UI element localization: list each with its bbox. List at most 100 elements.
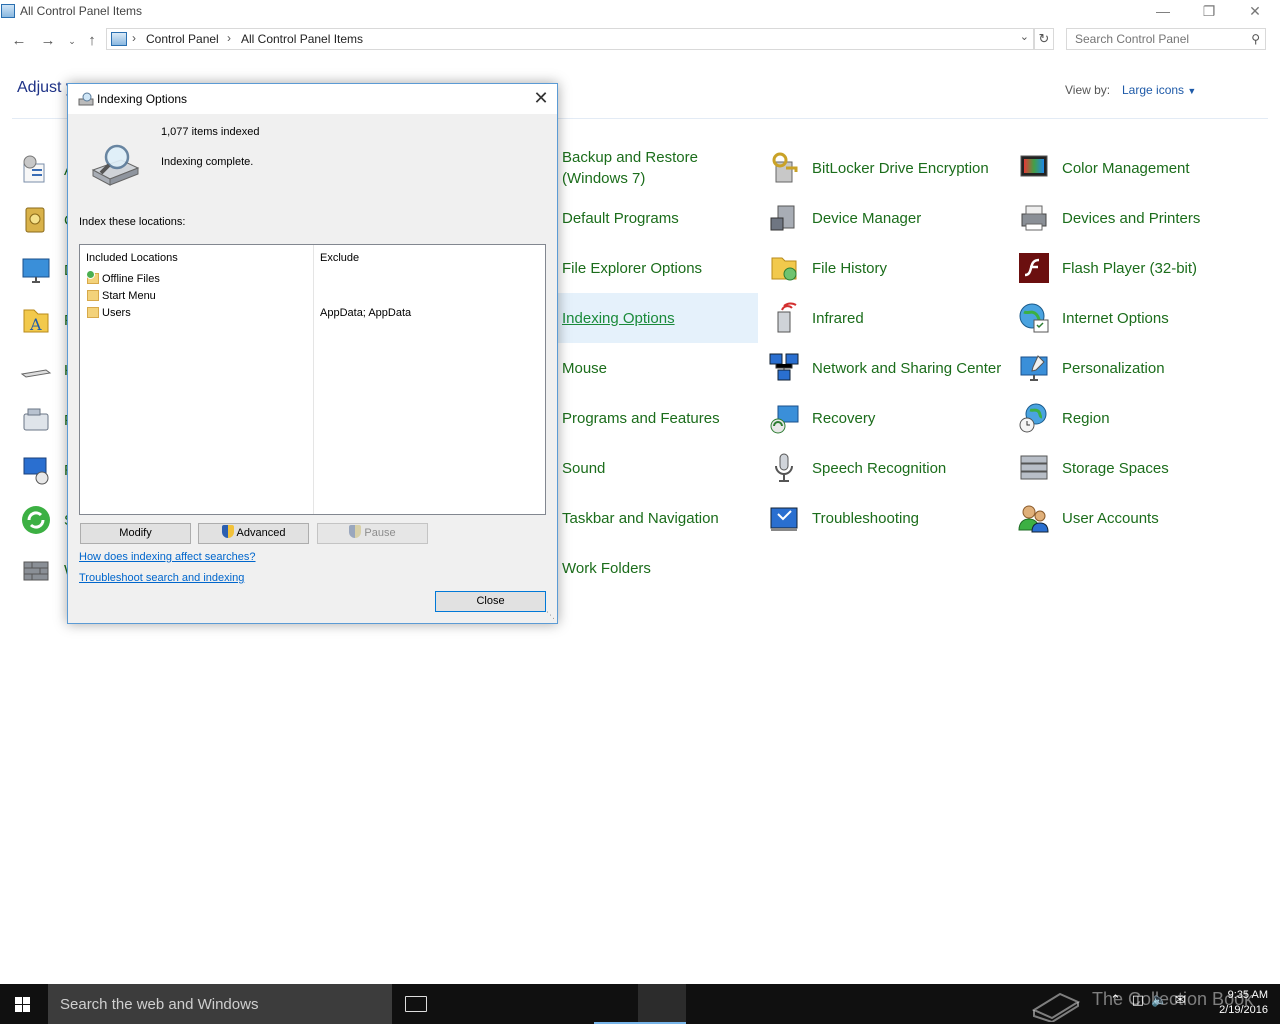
search-input[interactable] xyxy=(1067,29,1243,49)
cp-item-network-sharing[interactable]: Network and Sharing Center xyxy=(762,343,1012,393)
cp-item-flash-player[interactable]: Flash Player (32-bit) xyxy=(1012,243,1262,293)
cp-item-region[interactable]: Region xyxy=(1012,393,1262,443)
minimize-button[interactable]: — xyxy=(1140,0,1186,24)
cp-item-storage-spaces[interactable]: Storage Spaces xyxy=(1012,443,1262,493)
cp-item-bitlocker[interactable]: BitLocker Drive Encryption xyxy=(762,143,1012,193)
dialog-title-bar[interactable]: Indexing Options ✕ xyxy=(68,84,557,114)
indexing-help-link[interactable]: How does indexing affect searches? xyxy=(79,551,256,563)
cp-item-label[interactable]: Backup and Restore (Windows 7) xyxy=(562,143,757,193)
view-by-dropdown[interactable]: Large icons ▼ xyxy=(1122,83,1196,97)
taskbar-search-placeholder[interactable]: Search the web and Windows xyxy=(60,996,258,1013)
indexing-status: Indexing complete. xyxy=(161,156,254,168)
cp-item-partial[interactable]: C xyxy=(14,195,75,245)
restore-button[interactable]: ❐ xyxy=(1186,0,1232,24)
volume-icon[interactable]: 🔈 xyxy=(1151,992,1167,1007)
bitlocker-icon xyxy=(772,152,798,183)
search-icon[interactable]: ⚲ xyxy=(1251,32,1260,46)
cp-item-label[interactable]: Color Management xyxy=(1062,143,1257,193)
breadcrumb-control-panel[interactable]: Control Panel xyxy=(146,32,219,46)
location-row[interactable]: Users AppData; AppData xyxy=(80,305,545,322)
back-arrow-icon[interactable]: ← xyxy=(8,30,30,52)
cp-item-label[interactable]: Flash Player (32-bit) xyxy=(1062,243,1257,293)
title-bar: All Control Panel Items — ❐ ✕ xyxy=(0,0,1280,24)
dialog-close-icon[interactable]: ✕ xyxy=(530,88,552,110)
cp-item-personalization[interactable]: Personalization xyxy=(1012,343,1262,393)
task-view-icon[interactable] xyxy=(405,996,427,1012)
troubleshoot-link[interactable]: Troubleshoot search and indexing xyxy=(79,572,244,584)
recent-locations-chevron-icon[interactable]: ⌄ xyxy=(61,30,83,52)
clock-date: 2/19/2016 xyxy=(1219,1004,1268,1016)
taskbar-search[interactable]: Search the web and Windows xyxy=(48,984,392,1024)
breadcrumb-all-items[interactable]: All Control Panel Items xyxy=(241,32,363,46)
column-header-included[interactable]: Included Locations xyxy=(86,252,178,264)
cp-item-file-history[interactable]: File History xyxy=(762,243,1012,293)
network-tray-icon[interactable]: ◫ xyxy=(1132,992,1144,1007)
search-box[interactable]: ⚲ xyxy=(1066,28,1266,50)
cp-item-recovery[interactable]: Recovery xyxy=(762,393,1012,443)
cp-item-internet-options[interactable]: Internet Options xyxy=(1012,293,1262,343)
cp-item-label[interactable]: Network and Sharing Center xyxy=(812,343,1007,393)
cp-item-label[interactable]: Recovery xyxy=(812,393,1007,443)
taskbar-app[interactable] xyxy=(594,984,642,1024)
cp-item-label[interactable]: User Accounts xyxy=(1062,493,1257,543)
cp-item-label[interactable]: Indexing Options xyxy=(562,293,757,343)
close-button[interactable]: Close xyxy=(435,591,546,612)
chevron-right-icon[interactable]: › xyxy=(132,31,136,45)
cp-item-speech-recognition[interactable]: Speech Recognition xyxy=(762,443,1012,493)
cp-item-partial[interactable]: W xyxy=(14,545,78,595)
cp-item-label[interactable]: Mouse xyxy=(562,343,757,393)
taskbar-app-active[interactable] xyxy=(638,984,686,1024)
cp-item-devices-printers[interactable]: Devices and Printers xyxy=(1012,193,1262,243)
refresh-icon[interactable]: ↻ xyxy=(1034,28,1054,50)
locations-list[interactable]: Included Locations Exclude Offline Files… xyxy=(79,244,546,515)
up-arrow-icon[interactable]: ↑ xyxy=(81,30,103,52)
cp-item-infrared[interactable]: Infrared xyxy=(762,293,1012,343)
forward-arrow-icon[interactable]: → xyxy=(37,30,59,52)
chevron-up-icon[interactable]: ⌃ xyxy=(1110,992,1121,1007)
cp-item-partial[interactable]: S xyxy=(14,495,74,545)
cp-item-partial[interactable]: RC xyxy=(14,445,86,495)
resize-grip-icon[interactable]: ⋱ xyxy=(546,610,555,621)
cp-item-label[interactable]: Sound xyxy=(562,443,757,493)
notifications-icon[interactable]: ✉ xyxy=(1175,992,1186,1007)
cp-item-label[interactable]: Taskbar and Navigation xyxy=(562,493,757,543)
chevron-down-icon[interactable]: ⌄ xyxy=(1020,30,1029,43)
cp-item-label[interactable]: Programs and Features xyxy=(562,393,757,443)
indexing-options-dialog: Indexing Options ✕ 1,077 items indexed I… xyxy=(67,83,558,624)
cp-item-partial[interactable]: A xyxy=(14,145,74,195)
cp-item-label[interactable]: Speech Recognition xyxy=(812,443,1007,493)
dropdown-arrow-icon[interactable]: ▼ xyxy=(1187,86,1196,96)
cp-item-partial[interactable]: D xyxy=(14,245,75,295)
view-by-value[interactable]: Large icons xyxy=(1122,83,1184,97)
cp-item-troubleshooting[interactable]: Troubleshooting xyxy=(762,493,1012,543)
start-button[interactable] xyxy=(0,984,48,1024)
modify-button[interactable]: Modify xyxy=(80,523,191,544)
cp-item-label[interactable]: File History xyxy=(812,243,1007,293)
cp-item-label[interactable]: Infrared xyxy=(812,293,1007,343)
location-row[interactable]: Start Menu xyxy=(80,288,545,305)
cp-item-partial[interactable]: K xyxy=(14,345,74,395)
cp-item-label[interactable]: Internet Options xyxy=(1062,293,1257,343)
cp-item-partial[interactable]: P xyxy=(14,395,74,445)
cp-item-label[interactable]: Device Manager xyxy=(812,193,1007,243)
cp-item-label[interactable]: BitLocker Drive Encryption xyxy=(812,143,1007,193)
column-header-exclude[interactable]: Exclude xyxy=(320,252,359,264)
cp-item-label[interactable]: File Explorer Options xyxy=(562,243,757,293)
cp-item-device-manager[interactable]: Device Manager xyxy=(762,193,1012,243)
address-bar[interactable]: › Control Panel › All Control Panel Item… xyxy=(106,28,1034,50)
clock[interactable]: 9:35 AM 2/19/2016 xyxy=(1208,988,1268,1018)
cp-item-label[interactable]: Default Programs xyxy=(562,193,757,243)
cp-item-label[interactable]: Devices and Printers xyxy=(1062,193,1257,243)
cp-item-label[interactable]: Region xyxy=(1062,393,1257,443)
cp-item-partial[interactable]: A F xyxy=(14,295,74,345)
cp-item-label[interactable]: Personalization xyxy=(1062,343,1257,393)
advanced-button[interactable]: Advanced xyxy=(198,523,309,544)
chevron-right-icon[interactable]: › xyxy=(227,31,231,45)
cp-item-user-accounts[interactable]: User Accounts xyxy=(1012,493,1262,543)
cp-item-color-management[interactable]: Color Management xyxy=(1012,143,1262,193)
cp-item-label[interactable]: Work Folders xyxy=(562,543,757,593)
cp-item-label[interactable]: Storage Spaces xyxy=(1062,443,1257,493)
location-row[interactable]: Offline Files xyxy=(80,270,545,288)
close-button[interactable]: ✕ xyxy=(1232,0,1278,24)
cp-item-label[interactable]: Troubleshooting xyxy=(812,493,1007,543)
